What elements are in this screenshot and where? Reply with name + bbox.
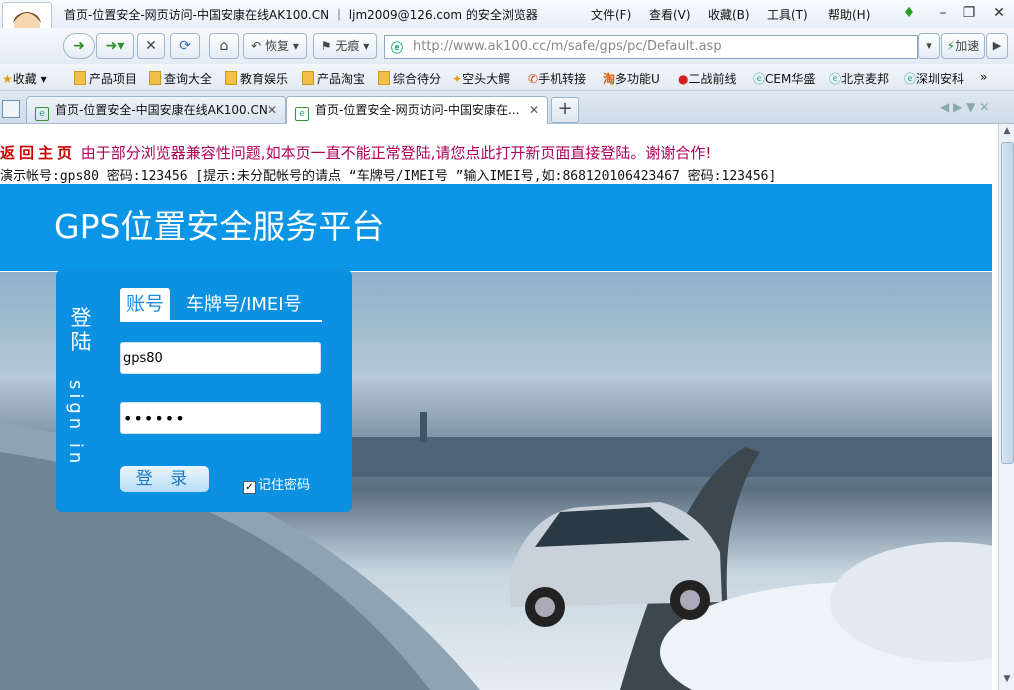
scroll-thumb[interactable] xyxy=(1001,142,1014,464)
tab-left-icon[interactable]: ◀ xyxy=(940,100,949,114)
bookmark-item[interactable]: 产品项目 xyxy=(74,70,137,87)
accelerate-button[interactable]: ⚡加速 xyxy=(941,33,985,59)
tab-2-active[interactable]: e 首页-位置安全-网页访问-中国安康在... ✕ xyxy=(286,96,548,124)
new-tab-button[interactable]: + xyxy=(551,97,579,123)
page-icon: ⓔ xyxy=(829,72,842,86)
bookmark-item[interactable]: 综合待分 xyxy=(378,70,441,87)
folder-icon xyxy=(378,71,390,85)
phone-icon: ✆ xyxy=(528,72,539,86)
notice-line: 返回主页 由于部分浏览器兼容性问题,如本页一直不能正常登陆,请您点此打开新页面直… xyxy=(0,142,711,163)
plus-icon: + xyxy=(557,98,573,119)
folder-icon xyxy=(74,71,86,85)
folder-icon xyxy=(149,71,161,85)
login-button[interactable]: 登 录 xyxy=(120,466,209,492)
play-icon: ▶ xyxy=(992,39,1002,52)
restore-button[interactable]: ↶ 恢复 ▾ xyxy=(243,33,307,59)
back-arrow-icon: ➜ xyxy=(73,38,85,54)
tab-close-all-icon[interactable]: ✕ xyxy=(979,100,989,114)
notrace-icon: ⚑ xyxy=(320,39,332,53)
tab-menu-icon[interactable]: ▼ xyxy=(966,100,975,114)
tab-1[interactable]: e 首页-位置安全-中国安康在线AK100.CN ✕ xyxy=(26,96,286,123)
bookmark-item[interactable]: 产品淘宝 xyxy=(302,70,365,87)
go-button[interactable]: ▶ xyxy=(986,33,1008,59)
skin-icon[interactable]: ♦ xyxy=(898,3,920,23)
pin-icon: ● xyxy=(678,72,689,86)
chevron-down-icon: ▾ xyxy=(926,39,932,52)
tab-list-icon[interactable] xyxy=(2,100,20,118)
compat-notice-link[interactable]: 由于部分浏览器兼容性问题,如本页一直不能正常登陆,请您点此打开新页面直接登陆。谢… xyxy=(81,144,712,162)
bookmarks-more-button[interactable]: » xyxy=(980,70,987,84)
menu-help[interactable]: 帮助(H) xyxy=(828,6,870,23)
restore-window-button[interactable]: ❐ xyxy=(958,3,980,23)
scroll-down-icon[interactable]: ▼ xyxy=(1001,674,1013,686)
tab-account[interactable]: 账号 xyxy=(120,288,170,320)
platform-title: GPS位置安全服务平台 xyxy=(54,207,385,246)
vertical-scrollbar[interactable]: ▲ ▼ xyxy=(998,124,1014,690)
minimize-button[interactable]: – xyxy=(932,3,954,23)
stop-button[interactable]: ✕ xyxy=(137,33,165,59)
url-text[interactable]: http://www.ak100.cc/m/safe/gps/pc/Defaul… xyxy=(413,39,722,54)
menu-tools[interactable]: 工具(T) xyxy=(767,6,808,23)
remember-checkbox[interactable]: ✓ xyxy=(243,481,256,494)
bookmark-item[interactable]: ●二战前线 xyxy=(678,70,737,87)
page-icon: ⓔ xyxy=(753,72,766,86)
bookmark-favorites[interactable]: ★收藏 ▾ xyxy=(2,70,47,87)
remember-password[interactable]: ✓ 记住密码 xyxy=(243,474,310,494)
username-input[interactable]: gps80 xyxy=(120,342,321,374)
taobao-icon: 淘 xyxy=(603,72,616,86)
folder-icon xyxy=(225,71,237,85)
menu-file[interactable]: 文件(F) xyxy=(591,6,631,23)
login-side-label: 登陆 xyxy=(70,306,92,354)
star-icon: ★ xyxy=(2,72,13,86)
sign-in-label: sign in xyxy=(65,380,86,468)
page-icon: e xyxy=(35,107,49,121)
close-tab-icon[interactable]: ✕ xyxy=(529,97,539,123)
page-icon: ⓔ xyxy=(904,72,917,86)
home-link[interactable]: 返回主页 xyxy=(0,144,76,162)
address-bar[interactable]: ⓔ http://www.ak100.cc/m/safe/gps/pc/Defa… xyxy=(384,35,918,59)
tab-right-icon[interactable]: ▶ xyxy=(953,100,962,114)
home-icon: ⌂ xyxy=(219,38,229,54)
window-title: 首页-位置安全-网页访问-中国安康在线AK100.CN ｜ ljm2009@12… xyxy=(64,8,538,22)
url-dropdown-button[interactable]: ▾ xyxy=(918,33,940,59)
login-tab-underline xyxy=(120,320,322,322)
page-icon: e xyxy=(295,107,309,121)
close-tab-icon[interactable]: ✕ xyxy=(267,97,277,123)
bookmark-item[interactable]: ✆手机转接 xyxy=(528,70,586,87)
lightning-icon: ⚡ xyxy=(946,39,956,53)
refresh-button[interactable]: ⟳ xyxy=(170,33,200,59)
close-window-button[interactable]: ✕ xyxy=(988,3,1010,23)
bird-icon: ✦ xyxy=(452,72,463,86)
bookmark-item[interactable]: ⓔCEM华盛 xyxy=(753,70,815,87)
menu-view[interactable]: 查看(V) xyxy=(649,6,691,23)
bookmark-item[interactable]: ⓔ北京麦邦 xyxy=(829,70,889,87)
bookmark-item[interactable]: ✦空头大鳄 xyxy=(452,70,510,87)
folder-icon xyxy=(302,71,314,85)
notrace-button[interactable]: ⚑ 无痕 ▾ xyxy=(313,33,377,59)
menu-favorites[interactable]: 收藏(B) xyxy=(708,6,750,23)
forward-arrow-icon: ➜▾ xyxy=(105,38,125,54)
back-button[interactable]: ➜ xyxy=(63,33,95,59)
bookmark-item[interactable]: 淘多功能U xyxy=(603,70,660,87)
refresh-icon: ⟳ xyxy=(179,38,191,54)
page-favicon-icon: ⓔ xyxy=(391,41,404,55)
forward-button[interactable]: ➜▾ xyxy=(96,33,134,59)
demo-account-info: 演示帐号:gps80 密码:123456 [提示:未分配帐号的请点 “车牌号/I… xyxy=(0,169,777,184)
bookmark-item[interactable]: 查询大全 xyxy=(149,70,212,87)
tab-plate-imei[interactable]: 车牌号/IMEI号 xyxy=(186,290,302,316)
home-button[interactable]: ⌂ xyxy=(209,33,239,59)
tab-scroll-controls[interactable]: ◀ ▶ ▼ ✕ xyxy=(940,100,1010,116)
undo-icon: ↶ xyxy=(251,39,262,53)
password-input[interactable]: •••••• xyxy=(120,402,321,434)
scroll-up-icon[interactable]: ▲ xyxy=(1001,126,1013,138)
bookmark-item[interactable]: ⓔ深圳安科 xyxy=(904,70,964,87)
bookmark-item[interactable]: 教育娱乐 xyxy=(225,70,288,87)
stop-icon: ✕ xyxy=(145,38,157,54)
